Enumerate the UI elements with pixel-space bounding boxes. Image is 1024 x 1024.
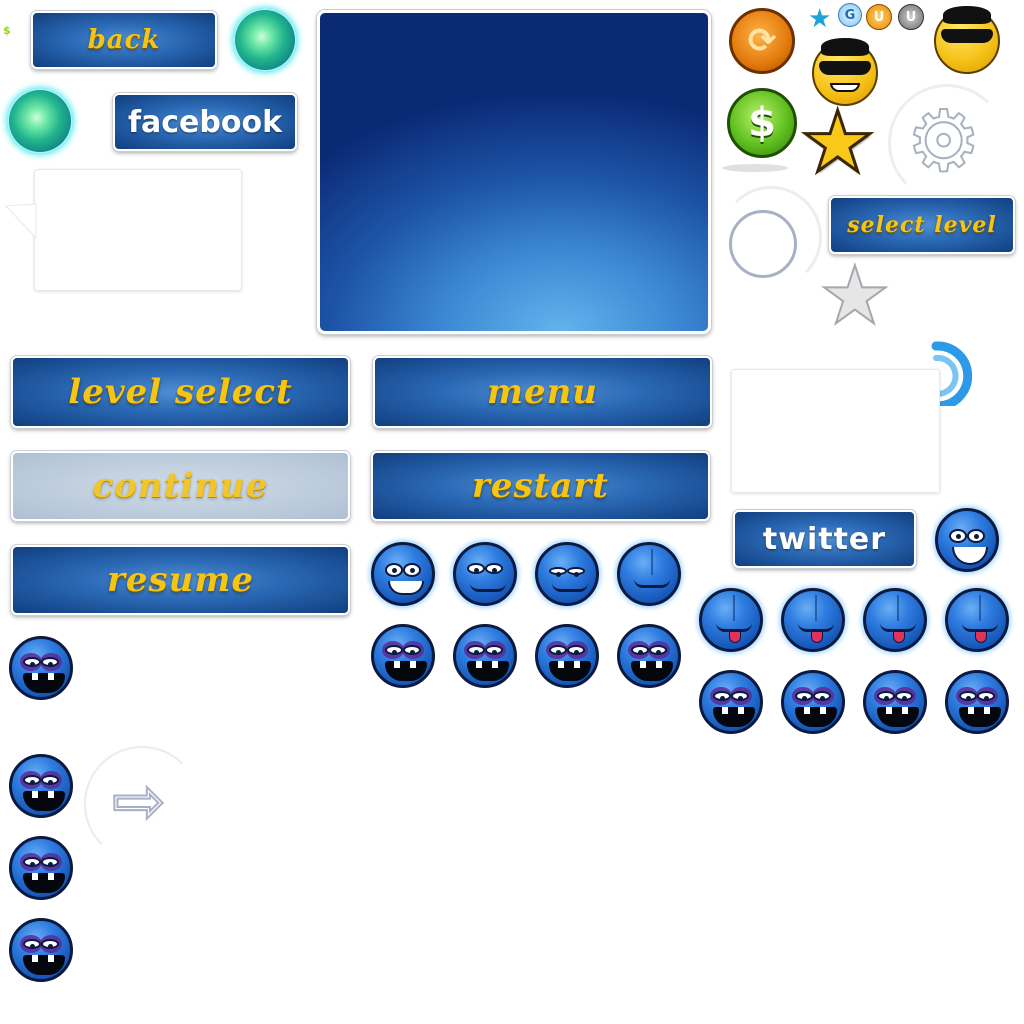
back-face-icon [617,542,681,606]
spiral-icon[interactable]: G [838,3,862,27]
facebook-button[interactable]: facebook [113,93,297,151]
circle-icon[interactable] [729,210,797,278]
happy-face-icon [453,542,517,606]
speech-bubble [34,169,242,291]
gray-star-icon[interactable]: ★ [818,255,892,337]
continue-label: continue [92,466,269,506]
level-select-button[interactable]: level select [11,356,350,428]
speech-bubble-tail [4,203,37,240]
glow-orb [7,88,73,154]
tongue-face-icon [781,588,845,652]
glow-orb [233,8,297,72]
twitter-button[interactable]: twitter [733,510,916,568]
magnet-icon[interactable]: U [866,4,892,30]
cool-face-icon [934,6,1000,74]
gear-icon[interactable]: ⚙ [905,93,982,189]
resume-button[interactable]: resume [11,545,350,615]
coin-shadow [722,164,788,172]
back-label: back [87,25,161,55]
small-star-icon[interactable]: ★ [808,4,831,34]
select-level-button[interactable]: select level [829,196,1015,254]
tired-face-icon [945,670,1009,734]
refresh-icon[interactable]: ⟳ [729,8,795,74]
squint-face-icon [535,542,599,606]
tired-face-icon [9,836,73,900]
tired-face-icon [9,754,73,818]
tired-face-icon [9,636,73,700]
dollar-coin-icon[interactable]: $ [727,88,797,158]
restart-button[interactable]: restart [371,451,710,521]
continue-button[interactable]: continue [11,451,350,521]
arrow-right-icon[interactable]: ⇨ [111,765,167,839]
tongue-face-icon [945,588,1009,652]
tired-face-icon [535,624,599,688]
gold-star-icon[interactable]: ★ [798,99,876,186]
facebook-label: facebook [127,104,283,140]
twitter-label: twitter [762,521,887,557]
tired-face-icon [9,918,73,982]
restart-label: restart [471,466,610,506]
level-select-label: level select [68,372,293,412]
tongue-face-icon [699,588,763,652]
happy-face-icon [371,542,435,606]
tired-face-icon [453,624,517,688]
background-panel [317,10,711,334]
tired-face-icon [371,624,435,688]
dollar-small-icon: $ [3,24,11,37]
menu-button[interactable]: menu [373,356,712,428]
back-button[interactable]: back [31,11,217,69]
tongue-face-icon [863,588,927,652]
magnet-gray-icon[interactable]: U [898,4,924,30]
tired-face-icon [699,670,763,734]
blank-card [731,369,940,493]
tired-face-icon [781,670,845,734]
tired-face-icon [617,624,681,688]
grin-face-icon [935,508,999,572]
select-level-label: select level [847,212,997,238]
tired-face-icon [863,670,927,734]
resume-label: resume [106,560,254,600]
menu-label: menu [486,372,599,412]
